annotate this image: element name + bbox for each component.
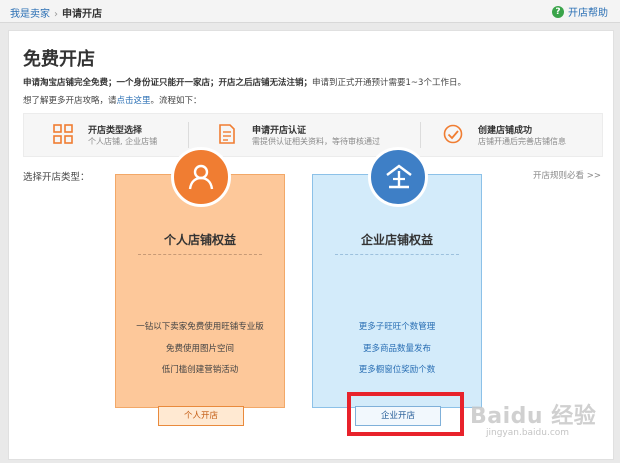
step-title: 开店类型选择 bbox=[88, 126, 143, 136]
choose-type-label: 选择开店类型： bbox=[23, 172, 90, 183]
step-desc: 个人店铺, 企业店铺 bbox=[88, 137, 158, 146]
more-info-text: 想了解更多开店攻略，请点击这里。流程如下： bbox=[23, 94, 202, 106]
top-bar: 我是卖家 › 申请开店 ? 开店帮助 bbox=[0, 0, 620, 23]
personal-feature: 一钻以下卖家免费使用旺铺专业版 bbox=[136, 322, 264, 332]
business-feature: 更多橱窗位奖励个数 bbox=[358, 365, 436, 375]
more-info-link[interactable]: 点击这里 bbox=[117, 96, 151, 106]
business-store-card: 企业店铺权益 更多子旺旺个数管理 更多商品数量发布 更多橱窗位奖励个数 企业开店 bbox=[312, 147, 482, 426]
help-circle-icon: ? bbox=[552, 5, 564, 18]
personal-store-card: 个人店铺权益 一钻以下卖家免费使用旺铺专业版 免费使用图片空间 低门槛创建营销活… bbox=[115, 147, 285, 426]
main-panel: 免费开店 申请淘宝店铺完全免费；一个身份证只能开一家店；开店之后店铺无法注销；申… bbox=[8, 30, 614, 460]
business-card-title: 企业店铺权益 bbox=[360, 233, 433, 247]
baidu-watermark: Baidu 经验 bbox=[470, 404, 597, 429]
step-desc: 需提供认证相关资料，等待审核通过 bbox=[252, 137, 380, 146]
highlight-box bbox=[347, 392, 464, 436]
enterprise-icon-badge bbox=[368, 147, 428, 207]
business-feature: 更多子旺旺个数管理 bbox=[358, 322, 436, 332]
personal-open-button[interactable]: 个人开店 bbox=[158, 406, 244, 426]
process-steps: 开店类型选择 个人店铺, 企业店铺 申请开店认证 需提供认证相关资料，等待审核通… bbox=[23, 113, 603, 157]
step-type-select: 开店类型选择 个人店铺, 企业店铺 bbox=[40, 114, 200, 156]
breadcrumb-separator: › bbox=[54, 9, 58, 20]
personal-feature: 低门槛创建营销活动 bbox=[161, 365, 239, 375]
step-create-success: 创建店铺成功 店铺开通后完善店铺信息 bbox=[430, 114, 600, 156]
breadcrumb-current: 申请开店 bbox=[62, 9, 102, 20]
person-icon-badge bbox=[171, 147, 231, 207]
help-link[interactable]: ? 开店帮助 bbox=[552, 4, 608, 19]
intro-bold: 申请淘宝店铺完全免费；一个身份证只能开一家店；开店之后店铺无法注销； bbox=[23, 78, 313, 88]
more-prefix: 想了解更多开店攻略，请 bbox=[23, 96, 117, 106]
enterprise-icon bbox=[386, 164, 412, 189]
document-icon bbox=[219, 124, 235, 144]
step-divider bbox=[188, 122, 189, 148]
breadcrumb: 我是卖家 › 申请开店 bbox=[10, 5, 102, 20]
more-suffix: 。流程如下： bbox=[150, 96, 202, 106]
step-title: 创建店铺成功 bbox=[478, 126, 533, 136]
business-feature: 更多商品数量发布 bbox=[362, 344, 431, 354]
intro-rest: 申请到正式开通预计需要1~3个工作日。 bbox=[312, 78, 466, 88]
step-title: 申请开店认证 bbox=[252, 126, 307, 136]
rules-link[interactable]: 开店规则必看 >> bbox=[533, 169, 601, 181]
page-title: 免费开店 bbox=[23, 49, 95, 70]
person-icon bbox=[188, 164, 214, 190]
step-desc: 店铺开通后完善店铺信息 bbox=[478, 137, 566, 146]
personal-feature: 免费使用图片空间 bbox=[165, 344, 234, 354]
watermark-url: jingyan.baidu.com bbox=[486, 428, 570, 438]
personal-card-title: 个人店铺权益 bbox=[163, 233, 236, 247]
card-divider bbox=[335, 254, 459, 255]
intro-text: 申请淘宝店铺完全免费；一个身份证只能开一家店；开店之后店铺无法注销；申请到正式开… bbox=[23, 76, 466, 88]
help-label: 开店帮助 bbox=[568, 8, 608, 19]
grid-icon bbox=[53, 124, 73, 144]
check-circle-icon bbox=[443, 124, 463, 144]
breadcrumb-link-seller[interactable]: 我是卖家 bbox=[10, 9, 50, 20]
step-divider bbox=[420, 122, 421, 148]
card-divider bbox=[138, 254, 262, 255]
